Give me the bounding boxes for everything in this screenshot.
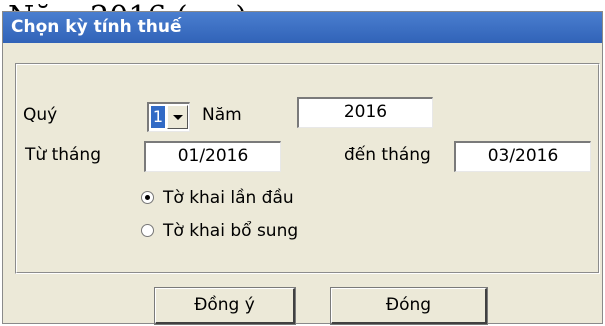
chevron-down-icon xyxy=(172,114,183,120)
ok-button[interactable]: Đồng ý xyxy=(154,287,296,325)
from-month-label: Từ tháng xyxy=(25,145,101,165)
from-month-field[interactable]: 01/2016 xyxy=(144,141,281,172)
first-declaration-label[interactable]: Tờ khai lần đầu xyxy=(163,187,294,209)
quarter-value: 1 xyxy=(151,106,165,128)
supplementary-declaration-label[interactable]: Tờ khai bổ sung xyxy=(163,220,298,242)
dialog-title: Chọn kỳ tính thuế xyxy=(3,12,602,43)
select-tax-period-dialog: Chọn kỳ tính thuế Quý 1 Năm 2016 Từ thán… xyxy=(2,11,603,325)
year-label: Năm xyxy=(202,105,242,125)
supplementary-declaration-radio[interactable] xyxy=(141,224,154,237)
year-field[interactable]: 2016 xyxy=(297,97,433,128)
dropdown-button[interactable] xyxy=(167,105,188,129)
to-month-field[interactable]: 03/2016 xyxy=(454,141,591,172)
to-month-label: đến tháng xyxy=(344,145,431,165)
close-button[interactable]: Đóng xyxy=(330,287,488,325)
quarter-select[interactable]: 1 xyxy=(147,102,190,132)
first-declaration-radio[interactable] xyxy=(141,191,154,204)
quarter-label: Quý xyxy=(23,105,58,125)
